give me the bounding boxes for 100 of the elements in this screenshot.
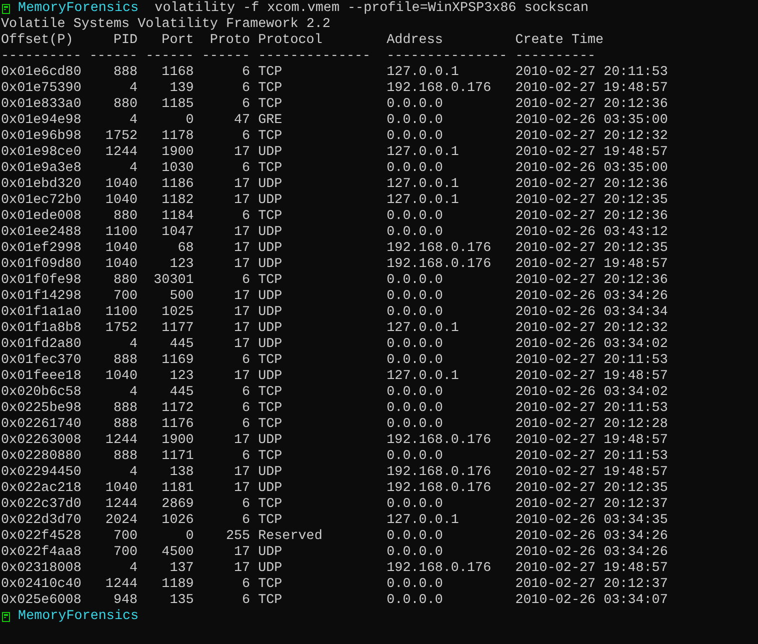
table-cell: 2010-02-27 19:48:57 — [515, 257, 668, 273]
table-cell: 0.0.0.0 — [386, 97, 443, 113]
table-cell: 4500 — [162, 545, 194, 561]
table-cell: 0.0.0.0 — [386, 113, 443, 129]
table-cell: UDP — [258, 321, 282, 337]
table-cell: 888 — [113, 401, 138, 417]
table-cell: 0x02263008 — [1, 433, 82, 449]
table-cell: 0.0.0.0 — [386, 209, 443, 225]
table-cell: 2010-02-27 19:48:57 — [515, 433, 668, 449]
table-cell: 2010-02-27 20:12:35 — [515, 193, 668, 209]
table-cell: TCP — [258, 65, 282, 81]
column-header: Create Time — [515, 33, 604, 49]
table-cell: Reserved — [258, 529, 322, 545]
table-cell: GRE — [258, 113, 282, 129]
table-cell: 2010-02-26 03:34:26 — [515, 289, 668, 305]
table-cell: 17 — [234, 545, 250, 561]
table-cell: 0.0.0.0 — [386, 401, 443, 417]
table-cell: 1047 — [162, 225, 194, 241]
table-cell: 0x01ec72b0 — [1, 193, 82, 209]
table-cell: 888 — [113, 65, 138, 81]
table-cell: 0x01ef2998 — [1, 241, 82, 257]
table-cell: UDP — [258, 369, 282, 385]
table-cell: 6 — [242, 209, 250, 225]
table-cell: 2010-02-26 03:34:34 — [515, 305, 668, 321]
table-cell: 6 — [242, 161, 250, 177]
table-cell: 1100 — [105, 305, 138, 321]
table-cell: TCP — [258, 273, 282, 289]
table-cell: 4 — [130, 385, 138, 401]
table-cell: 1040 — [105, 177, 138, 193]
table-cell: 0.0.0.0 — [386, 593, 443, 609]
table-cell: 700 — [113, 545, 138, 561]
table-cell: TCP — [258, 577, 282, 593]
table-cell: TCP — [258, 209, 282, 225]
table-cell: 17 — [234, 337, 250, 353]
table-cell: 0.0.0.0 — [386, 497, 443, 513]
table-cell: 2010-02-26 03:34:02 — [515, 385, 668, 401]
table-cell: 700 — [113, 289, 138, 305]
table-cell: 127.0.0.1 — [386, 193, 459, 209]
separator-line: ---------- — [1, 49, 82, 65]
table-cell: 500 — [170, 289, 194, 305]
table-cell: TCP — [258, 129, 282, 145]
table-cell: 2010-02-26 03:34:35 — [515, 513, 668, 529]
table-cell: 255 — [226, 529, 250, 545]
table-cell: 1026 — [162, 513, 194, 529]
table-cell: 1100 — [105, 225, 138, 241]
table-cell: 2010-02-27 20:12:36 — [515, 177, 668, 193]
table-cell: 888 — [113, 353, 138, 369]
table-cell: 0x02410c40 — [1, 577, 82, 593]
table-cell: 2010-02-27 19:48:57 — [515, 369, 668, 385]
output-text: Volatile Systems Volatility Framework 2.2 — [1, 17, 332, 33]
table-cell: UDP — [258, 305, 282, 321]
column-header: Offset(P) — [1, 33, 74, 49]
table-cell: 1184 — [162, 209, 194, 225]
table-cell: 192.168.0.176 — [386, 481, 492, 497]
table-cell: TCP — [258, 385, 282, 401]
table-cell: 0.0.0.0 — [386, 273, 443, 289]
table-cell: 1176 — [162, 417, 194, 433]
separator-line: ---------- — [515, 49, 596, 65]
table-cell: 17 — [234, 561, 250, 577]
table-cell: 6 — [242, 273, 250, 289]
table-cell: 192.168.0.176 — [386, 257, 492, 273]
separator-line: --------------- — [386, 49, 508, 65]
table-cell: UDP — [258, 145, 282, 161]
table-cell: 2010-02-26 03:34:26 — [515, 529, 668, 545]
column-header: Port — [162, 33, 194, 49]
table-cell: TCP — [258, 401, 282, 417]
table-cell: 123 — [170, 369, 194, 385]
table-cell: 17 — [234, 289, 250, 305]
table-cell: 0x02294450 — [1, 465, 82, 481]
table-cell: 17 — [234, 305, 250, 321]
table-cell: 6 — [242, 449, 250, 465]
table-cell: UDP — [258, 193, 282, 209]
table-cell: 192.168.0.176 — [386, 81, 492, 97]
table-cell: 2010-02-27 20:11:53 — [515, 401, 668, 417]
table-cell: 2010-02-27 20:12:35 — [515, 241, 668, 257]
table-cell: 2010-02-27 20:12:32 — [515, 321, 668, 337]
table-cell: 0.0.0.0 — [386, 529, 443, 545]
table-cell: 0x01f14298 — [1, 289, 82, 305]
table-cell: 0.0.0.0 — [386, 545, 443, 561]
table-cell: 1040 — [105, 257, 138, 273]
table-cell: 17 — [234, 225, 250, 241]
table-cell: 6 — [242, 401, 250, 417]
table-cell: 2010-02-27 20:12:36 — [515, 273, 668, 289]
table-cell: 17 — [234, 257, 250, 273]
table-cell: 1244 — [105, 577, 138, 593]
table-cell: 68 — [178, 241, 194, 257]
table-cell: 2010-02-27 20:12:36 — [515, 209, 668, 225]
table-cell: 0 — [186, 113, 194, 129]
table-cell: 2010-02-27 20:11:53 — [515, 353, 668, 369]
table-cell: TCP — [258, 449, 282, 465]
table-cell: 6 — [242, 577, 250, 593]
table-cell: 192.168.0.176 — [386, 433, 492, 449]
table-cell: 17 — [234, 193, 250, 209]
table-cell: 0x01e94e98 — [1, 113, 82, 129]
table-cell: 1186 — [162, 177, 194, 193]
table-cell: 1030 — [162, 161, 194, 177]
table-cell: 0x01fec370 — [1, 353, 82, 369]
table-cell: 17 — [234, 369, 250, 385]
table-cell: 0x01feee18 — [1, 369, 82, 385]
table-cell: 1752 — [105, 321, 138, 337]
